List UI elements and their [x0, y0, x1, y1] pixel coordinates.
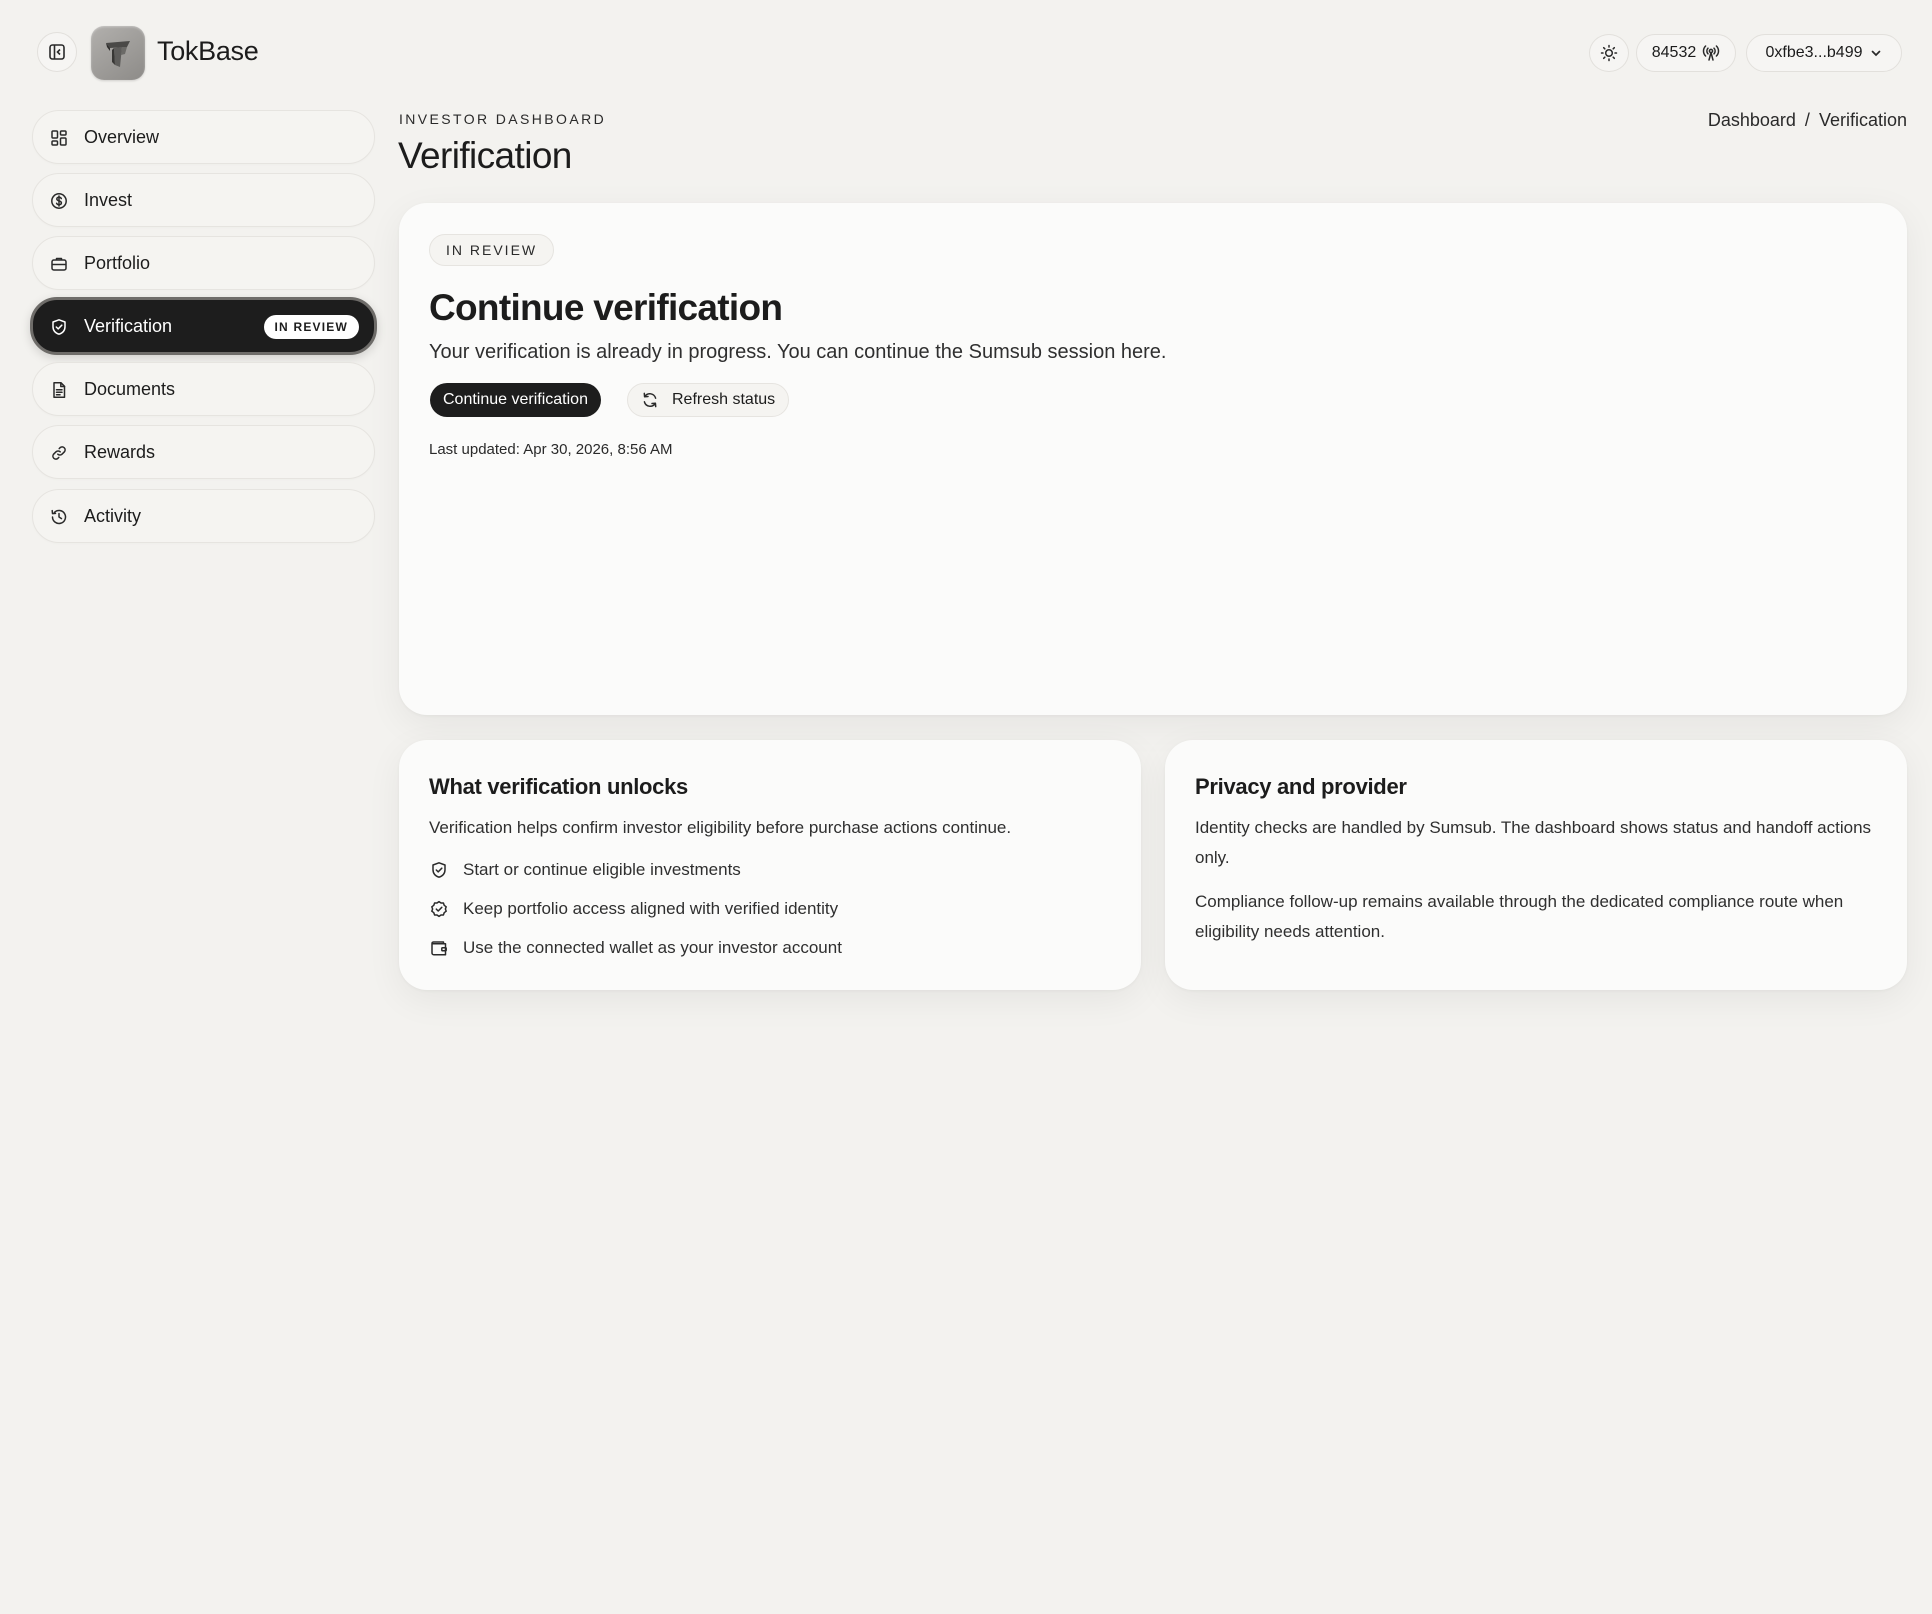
- sidebar-collapse-icon: [48, 43, 66, 61]
- network-selector[interactable]: 84532: [1636, 34, 1736, 72]
- unlocks-card-intro: Verification helps confirm investor elig…: [429, 818, 1012, 837]
- sidebar-item-documents[interactable]: Documents: [32, 362, 375, 416]
- list-item-text: Use the connected wallet as your investo…: [463, 938, 842, 957]
- card-heading: Continue verification: [429, 287, 783, 328]
- sidebar-item-label: Invest: [84, 189, 133, 210]
- app-root: TokBase 84532 0xfbe3...b499 Overview Inv…: [0, 0, 1932, 1614]
- breadcrumb: Dashboard / Verification: [1708, 110, 1907, 131]
- status-badge: IN REVIEW: [263, 315, 359, 339]
- page-title: Verification: [398, 135, 572, 176]
- privacy-card: Privacy and provider Identity checks are…: [1165, 740, 1907, 990]
- sidebar-item-activity[interactable]: Activity: [32, 489, 375, 543]
- check-circle-icon: [429, 900, 448, 919]
- privacy-card-title: Privacy and provider: [1195, 774, 1407, 799]
- app-logo[interactable]: [91, 26, 145, 80]
- sidebar-item-overview[interactable]: Overview: [32, 110, 375, 164]
- continue-verification-button[interactable]: Continue verification: [430, 383, 601, 417]
- sun-icon: [1600, 44, 1618, 62]
- sidebar-item-verification[interactable]: Verification IN REVIEW: [30, 297, 377, 355]
- refresh-status-label: Refresh status: [672, 391, 776, 408]
- network-id: 84532: [1651, 44, 1697, 61]
- chevron-down-icon: [1870, 47, 1882, 59]
- refresh-icon: [641, 391, 659, 409]
- sidebar-item-label: Documents: [84, 378, 176, 399]
- broadcast-icon: [1702, 44, 1720, 62]
- breadcrumb-separator: /: [1804, 110, 1810, 130]
- refresh-status-button[interactable]: Refresh status: [627, 383, 790, 417]
- grid-icon: [49, 128, 69, 148]
- sidebar-item-label: Activity: [84, 505, 142, 526]
- list-item: Keep portfolio access aligned with verif…: [429, 897, 838, 921]
- privacy-paragraph-2: Compliance follow-up remains available t…: [1195, 892, 1844, 941]
- wallet-address: 0xfbe3...b499: [1765, 44, 1863, 61]
- page-eyebrow: INVESTOR DASHBOARD: [399, 111, 607, 127]
- sidebar-item-rewards[interactable]: Rewards: [32, 425, 375, 479]
- unlocks-card-title: What verification unlocks: [429, 774, 688, 799]
- list-item-text: Keep portfolio access aligned with verif…: [463, 899, 839, 918]
- sidebar-toggle-button[interactable]: [37, 32, 77, 72]
- link-icon: [49, 443, 69, 463]
- breadcrumb-root-link[interactable]: Dashboard: [1708, 110, 1796, 131]
- sidebar-item-label: Overview: [84, 126, 160, 147]
- shield-check-icon: [49, 317, 69, 337]
- history-icon: [49, 507, 69, 527]
- list-item: Use the connected wallet as your investo…: [429, 936, 842, 960]
- card-description: Your verification is already in progress…: [429, 341, 1167, 363]
- list-item-text: Start or continue eligible investments: [463, 860, 741, 879]
- top-bar: TokBase 84532 0xfbe3...b499: [0, 0, 1932, 104]
- briefcase-icon: [49, 254, 69, 274]
- app-title: TokBase: [157, 36, 259, 66]
- sidebar-item-label: Rewards: [84, 441, 156, 462]
- verification-status-card: IN REVIEW Continue verification Your ver…: [399, 203, 1907, 715]
- shield-check-icon: [429, 861, 448, 880]
- last-updated-timestamp: Last updated: Apr 30, 2026, 8:56 AM: [429, 441, 673, 458]
- list-item: Start or continue eligible investments: [429, 858, 741, 882]
- theme-toggle-button[interactable]: [1589, 34, 1629, 72]
- sidebar-item-portfolio[interactable]: Portfolio: [32, 236, 375, 290]
- dollar-circle-icon: [49, 191, 69, 211]
- status-badge: IN REVIEW: [429, 234, 555, 266]
- wallet-icon: [429, 939, 448, 958]
- unlocks-card: What verification unlocks Verification h…: [399, 740, 1141, 990]
- sidebar-item-invest[interactable]: Invest: [32, 173, 375, 227]
- privacy-paragraph-1: Identity checks are handled by Sumsub. T…: [1195, 818, 1872, 867]
- sidebar-item-label: Portfolio: [84, 252, 151, 273]
- document-icon: [49, 380, 69, 400]
- sidebar-item-label: Verification: [84, 315, 173, 336]
- logo-mark-icon: [99, 34, 137, 72]
- wallet-menu-button[interactable]: 0xfbe3...b499: [1746, 34, 1902, 72]
- breadcrumb-current: Verification: [1818, 110, 1907, 130]
